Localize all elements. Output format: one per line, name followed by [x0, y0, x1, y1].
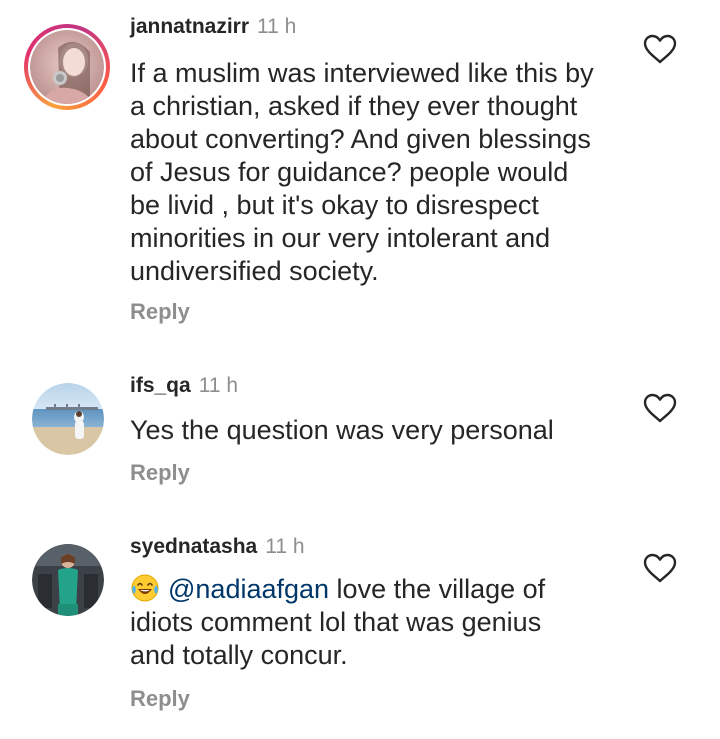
mention-link[interactable]: @nadiaafgan — [168, 574, 329, 604]
comment-line: be livid , but it's okay to disrespect — [130, 190, 539, 220]
avatar — [30, 30, 104, 104]
heart-icon[interactable] — [643, 34, 677, 64]
comment-line: undiversified society. — [130, 256, 379, 286]
comment-line: about converting? And given blessings — [130, 124, 591, 154]
username[interactable]: ifs_qa — [130, 374, 191, 397]
reply-button[interactable]: Reply — [130, 686, 190, 712]
comment-text: @nadiaafgan love the village of idiots c… — [130, 573, 630, 672]
comment-line: If a muslim was interviewed like this by — [130, 58, 594, 88]
comment-text-segment: love the village of — [329, 574, 546, 604]
avatar — [32, 544, 104, 616]
timestamp[interactable]: 11 h — [199, 374, 238, 397]
comment-line: a christian, asked if they ever thought — [130, 91, 578, 121]
timestamp[interactable]: 11 h — [265, 535, 304, 558]
comment-meta: syednatasha 11 h — [130, 534, 305, 560]
comment-line: of Jesus for guidance? people would — [130, 157, 569, 187]
reply-button[interactable]: Reply — [130, 299, 190, 325]
story-ring-avatar[interactable] — [24, 24, 110, 110]
username[interactable]: syednatasha — [130, 535, 257, 558]
comment-meta: jannatnazirr 11 h — [130, 14, 296, 40]
comment-line: Yes the question was very personal — [130, 415, 554, 445]
reply-button[interactable]: Reply — [130, 460, 190, 486]
avatar — [32, 383, 104, 455]
avatar-frame[interactable] — [32, 544, 104, 616]
face-with-tears-of-joy-icon — [131, 574, 159, 602]
heart-icon[interactable] — [643, 553, 677, 583]
comment-line: idiots comment lol that was genius — [130, 607, 542, 637]
comment-text: If a muslim was interviewed like this by… — [130, 57, 630, 288]
comment-line: and totally concur. — [130, 640, 348, 670]
avatar-frame[interactable] — [32, 383, 104, 455]
comment-line: minorities in our very intolerant and — [130, 223, 551, 253]
comment-line-first: @nadiaafgan love the village of — [130, 573, 630, 606]
comment-text: Yes the question was very personal — [130, 414, 630, 447]
comment-meta: ifs_qa 11 h — [130, 373, 238, 399]
heart-icon[interactable] — [643, 393, 677, 423]
username[interactable]: jannatnazirr — [130, 15, 249, 38]
timestamp[interactable]: 11 h — [257, 15, 296, 38]
